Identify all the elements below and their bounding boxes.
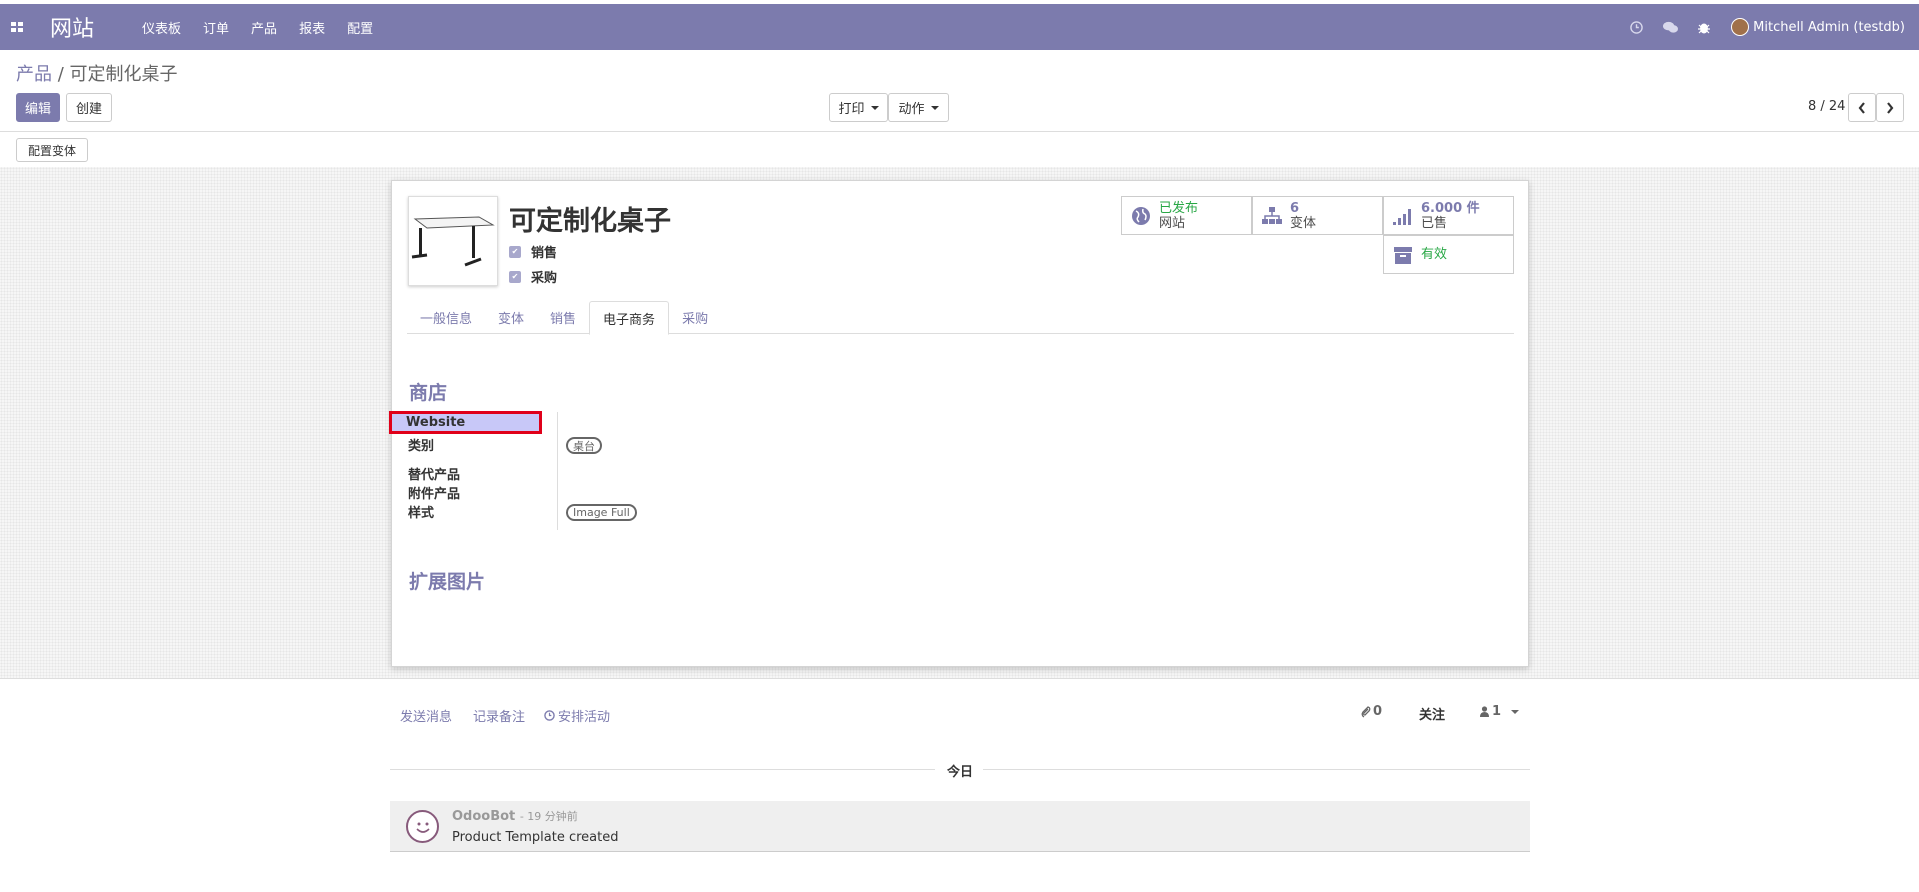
caret-down-icon: [1511, 709, 1520, 714]
user-menu[interactable]: Mitchell Admin (testdb): [1731, 18, 1905, 36]
edit-button[interactable]: 编辑: [16, 93, 60, 122]
tab-variants[interactable]: 变体: [485, 301, 537, 334]
tab-ecommerce[interactable]: 电子商务: [589, 301, 670, 335]
today-label: 今日: [947, 765, 974, 780]
print-label: 打印: [838, 102, 865, 117]
chevron-left-icon: [1858, 101, 1865, 114]
attachments-count: 0: [1373, 704, 1383, 719]
website-published-button[interactable]: 已发布 网站: [1121, 196, 1252, 235]
extra-images-title: 扩展图片: [409, 571, 486, 593]
log-note-button[interactable]: 记录备注: [473, 706, 525, 725]
pager-next-button[interactable]: [1876, 93, 1904, 122]
odoobot-avatar[interactable]: [406, 810, 439, 843]
followers-count: 1: [1492, 704, 1502, 719]
form-tabs: 一般信息 变体 销售 电子商务 采购: [407, 301, 1514, 335]
checkbox-checked-icon[interactable]: ✔: [509, 245, 521, 258]
active-toggle-button[interactable]: 有效: [1383, 235, 1514, 274]
menu-products[interactable]: 产品: [251, 18, 277, 37]
accessory-products-label: 附件产品: [408, 487, 461, 502]
can-be-sold-field[interactable]: ✔ 销售: [509, 242, 557, 261]
user-icon: [1480, 706, 1489, 717]
breadcrumb: 产品 / 可定制化桌子: [16, 60, 178, 86]
signal-icon: [1391, 204, 1415, 228]
apps-menu-icon[interactable]: [2, 4, 32, 50]
alternative-products-label: 替代产品: [408, 468, 461, 483]
tab-purchase[interactable]: 采购: [669, 301, 721, 334]
website-status: 已发布: [1159, 200, 1199, 216]
chevron-right-icon: [1887, 101, 1894, 114]
variants-count: 6: [1290, 200, 1300, 216]
menu-configuration[interactable]: 配置: [347, 18, 373, 37]
followers-dropdown[interactable]: 1: [1480, 704, 1520, 719]
chatter-message: OdooBot - 19 分钟前 Product Template create…: [390, 801, 1530, 852]
caret-down-icon: [870, 105, 879, 110]
date-separator-left: [390, 769, 935, 770]
tab-sales[interactable]: 销售: [537, 301, 589, 334]
tab-general-info[interactable]: 一般信息: [407, 301, 485, 334]
top-navbar: 网站 仪表板 订单 产品 报表 配置 Mitchell Admin (testd…: [0, 4, 1919, 50]
message-author[interactable]: OdooBot - 19 分钟前: [452, 808, 578, 824]
menu-reports[interactable]: 报表: [299, 18, 325, 37]
debug-bug-icon[interactable]: [1687, 21, 1721, 34]
control-panel-divider: [0, 131, 1919, 132]
can-be-purchased-field[interactable]: ✔ 采购: [509, 267, 557, 286]
action-label: 动作: [898, 102, 925, 117]
product-name: 可定制化桌子: [509, 206, 671, 237]
product-image[interactable]: [408, 196, 498, 286]
active-status: 有效: [1421, 247, 1448, 262]
attachments-button[interactable]: 0: [1361, 704, 1382, 719]
website-field-label[interactable]: Website: [389, 411, 542, 434]
message-body: Product Template created: [452, 830, 619, 845]
website-label: 网站: [1159, 215, 1186, 231]
pager-previous-button[interactable]: [1848, 93, 1876, 122]
print-dropdown[interactable]: 打印: [829, 93, 888, 122]
variants-label: 变体: [1290, 215, 1317, 231]
can-be-purchased-label: 采购: [531, 271, 558, 286]
app-title[interactable]: 网站: [50, 11, 94, 43]
variants-button[interactable]: 6 变体: [1252, 196, 1383, 235]
message-time: - 19 分钟前: [519, 810, 578, 823]
configure-variants-button[interactable]: 配置变体: [16, 138, 88, 162]
menu-orders[interactable]: 订单: [203, 18, 229, 37]
shop-section-title: 商店: [409, 382, 448, 404]
field-separator: [557, 412, 558, 530]
breadcrumb-current: 可定制化桌子: [69, 64, 178, 85]
create-button[interactable]: 创建: [66, 93, 112, 122]
user-avatar: [1731, 18, 1750, 36]
sold-button[interactable]: 6.000 件 已售: [1383, 196, 1514, 235]
breadcrumb-separator: /: [57, 64, 64, 85]
desk-image: [411, 216, 495, 267]
sold-label: 已售: [1421, 215, 1448, 231]
follow-button[interactable]: 关注: [1419, 704, 1445, 723]
send-message-button[interactable]: 发送消息: [400, 706, 452, 725]
message-author-name[interactable]: OdooBot: [452, 809, 515, 824]
schedule-activity-button[interactable]: 安排活动: [544, 706, 610, 725]
globe-icon: [1129, 204, 1153, 228]
date-separator-right: [983, 769, 1530, 770]
checkbox-checked-icon[interactable]: ✔: [509, 270, 521, 283]
category-tag[interactable]: 桌台: [566, 437, 602, 454]
style-field-label: 样式: [408, 506, 435, 521]
style-tag[interactable]: Image Full: [566, 504, 637, 521]
activity-clock-icon[interactable]: [1619, 20, 1653, 34]
breadcrumb-parent[interactable]: 产品: [16, 64, 52, 85]
can-be-sold-label: 销售: [531, 246, 558, 261]
action-dropdown[interactable]: 动作: [888, 93, 949, 122]
sold-quantity: 6.000 件: [1421, 200, 1480, 216]
product-form-sheet: 可定制化桌子 ✔ 销售 ✔ 采购 已发布 网站 6 变体 6.000 件 已售: [389, 180, 1529, 667]
smiley-face-icon: [415, 822, 430, 833]
archive-icon: [1391, 243, 1415, 267]
user-name: Mitchell Admin (testdb): [1753, 19, 1905, 35]
messages-icon[interactable]: [1653, 21, 1687, 34]
clock-icon: [544, 710, 555, 721]
pager-value[interactable]: 8 / 24: [1808, 99, 1845, 114]
caret-down-icon: [930, 105, 939, 110]
paperclip-icon: [1361, 705, 1371, 718]
menu-dashboard[interactable]: 仪表板: [142, 18, 181, 37]
category-field-label: 类别: [408, 439, 435, 454]
schedule-activity-label: 安排活动: [558, 710, 611, 725]
sitemap-icon: [1260, 204, 1284, 228]
